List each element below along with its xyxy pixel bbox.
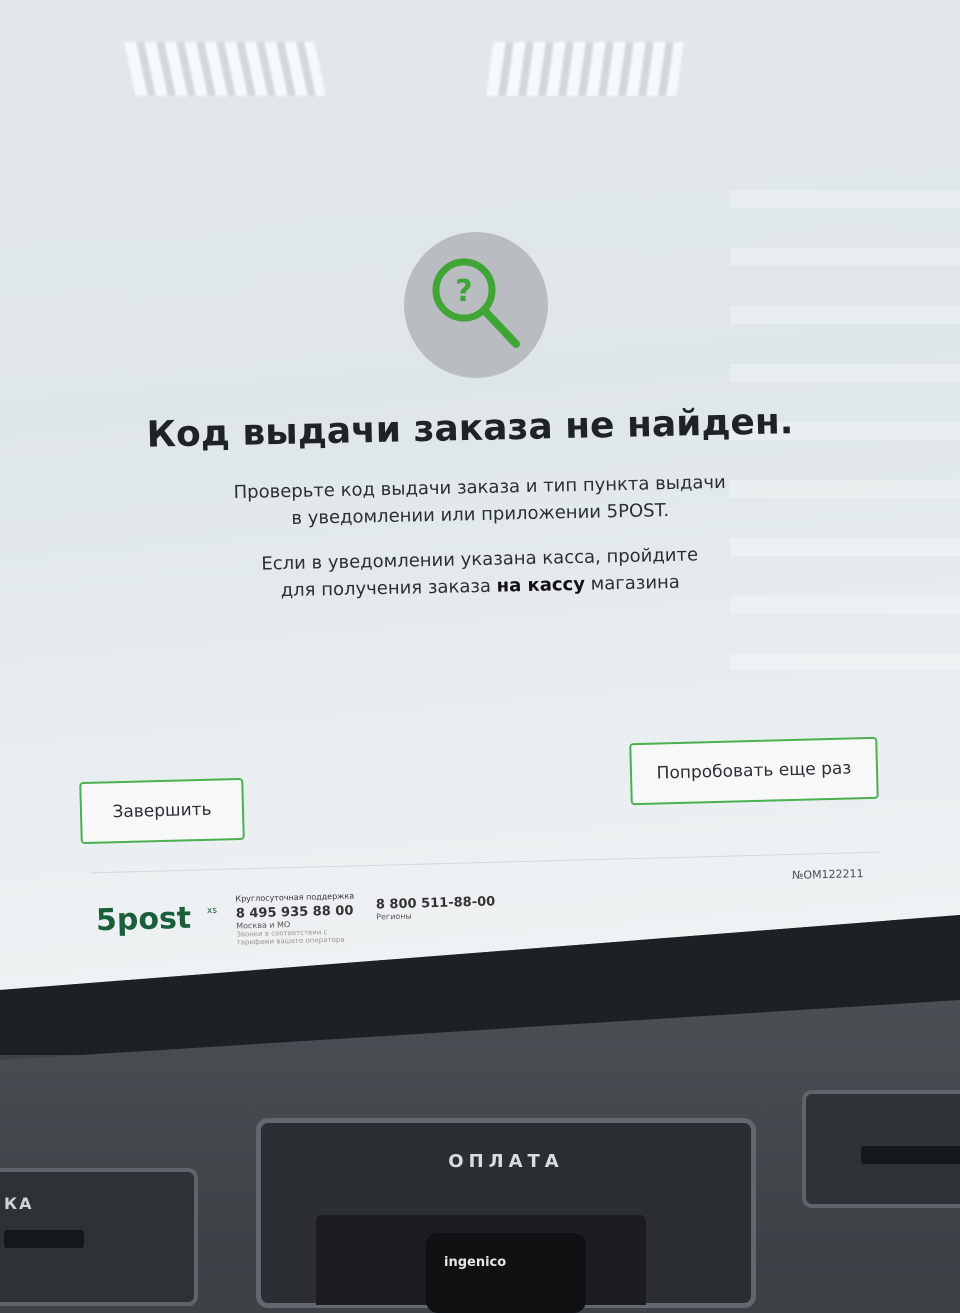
hint-line-2-suffix: магазина	[584, 571, 681, 595]
phone-regions-label: Регионы	[376, 911, 412, 922]
phone-moscow: 8 495 935 88 00	[235, 903, 354, 922]
cashier-hint: Если в уведомлении указана касса, пройди…	[170, 540, 791, 607]
right-slot	[802, 1090, 960, 1208]
support-regions: 8 800 511-88-00 Регионы	[376, 894, 496, 921]
message-line-1: Проверьте код выдачи заказа и тип пункта…	[233, 471, 726, 504]
support-moscow: Круглосуточная поддержка 8 495 935 88 00…	[235, 891, 355, 946]
left-slot-opening	[4, 1230, 84, 1248]
footer-divider	[90, 851, 880, 874]
card-terminal-display	[426, 1233, 586, 1313]
kiosk-screen: ? Код выдачи заказа не найден. Проверьте…	[0, 0, 960, 990]
phone-regions: 8 800 511-88-00	[375, 894, 496, 913]
5post-logo: 5post	[95, 900, 192, 939]
logo-suffix: xs	[206, 905, 218, 917]
finish-button[interactable]: Завершить	[79, 777, 245, 845]
terminal-id: №OM122211	[791, 867, 864, 882]
support-title: Круглосуточная поддержка	[235, 891, 355, 904]
retry-button[interactable]: Попробовать еще раз	[629, 736, 879, 806]
card-terminal-brand: ingenico	[444, 1255, 507, 1270]
card-terminal[interactable]: ingenico	[316, 1215, 646, 1313]
message-line-2: в уведомлении или приложении 5POST.	[291, 500, 670, 529]
search-question-icon: ?	[404, 232, 548, 378]
ceiling-light-reflection	[124, 42, 326, 96]
phone-note-line-2: тарифами вашего оператора	[236, 935, 345, 947]
svg-text:?: ?	[455, 274, 472, 309]
right-slot-opening	[861, 1146, 960, 1164]
ceiling-light-reflection	[486, 42, 684, 96]
hint-line-2-prefix: для получения заказа	[280, 575, 497, 602]
check-code-message: Проверьте код выдачи заказа и тип пункта…	[170, 468, 791, 535]
hint-line-2-bold: на кассу	[496, 573, 586, 597]
hint-line-1: Если в уведомлении указана касса, пройди…	[261, 544, 699, 575]
left-slot-label: КА	[4, 1194, 34, 1213]
left-slot: КА	[0, 1168, 198, 1306]
payment-label: ОПЛАТА	[448, 1151, 564, 1172]
